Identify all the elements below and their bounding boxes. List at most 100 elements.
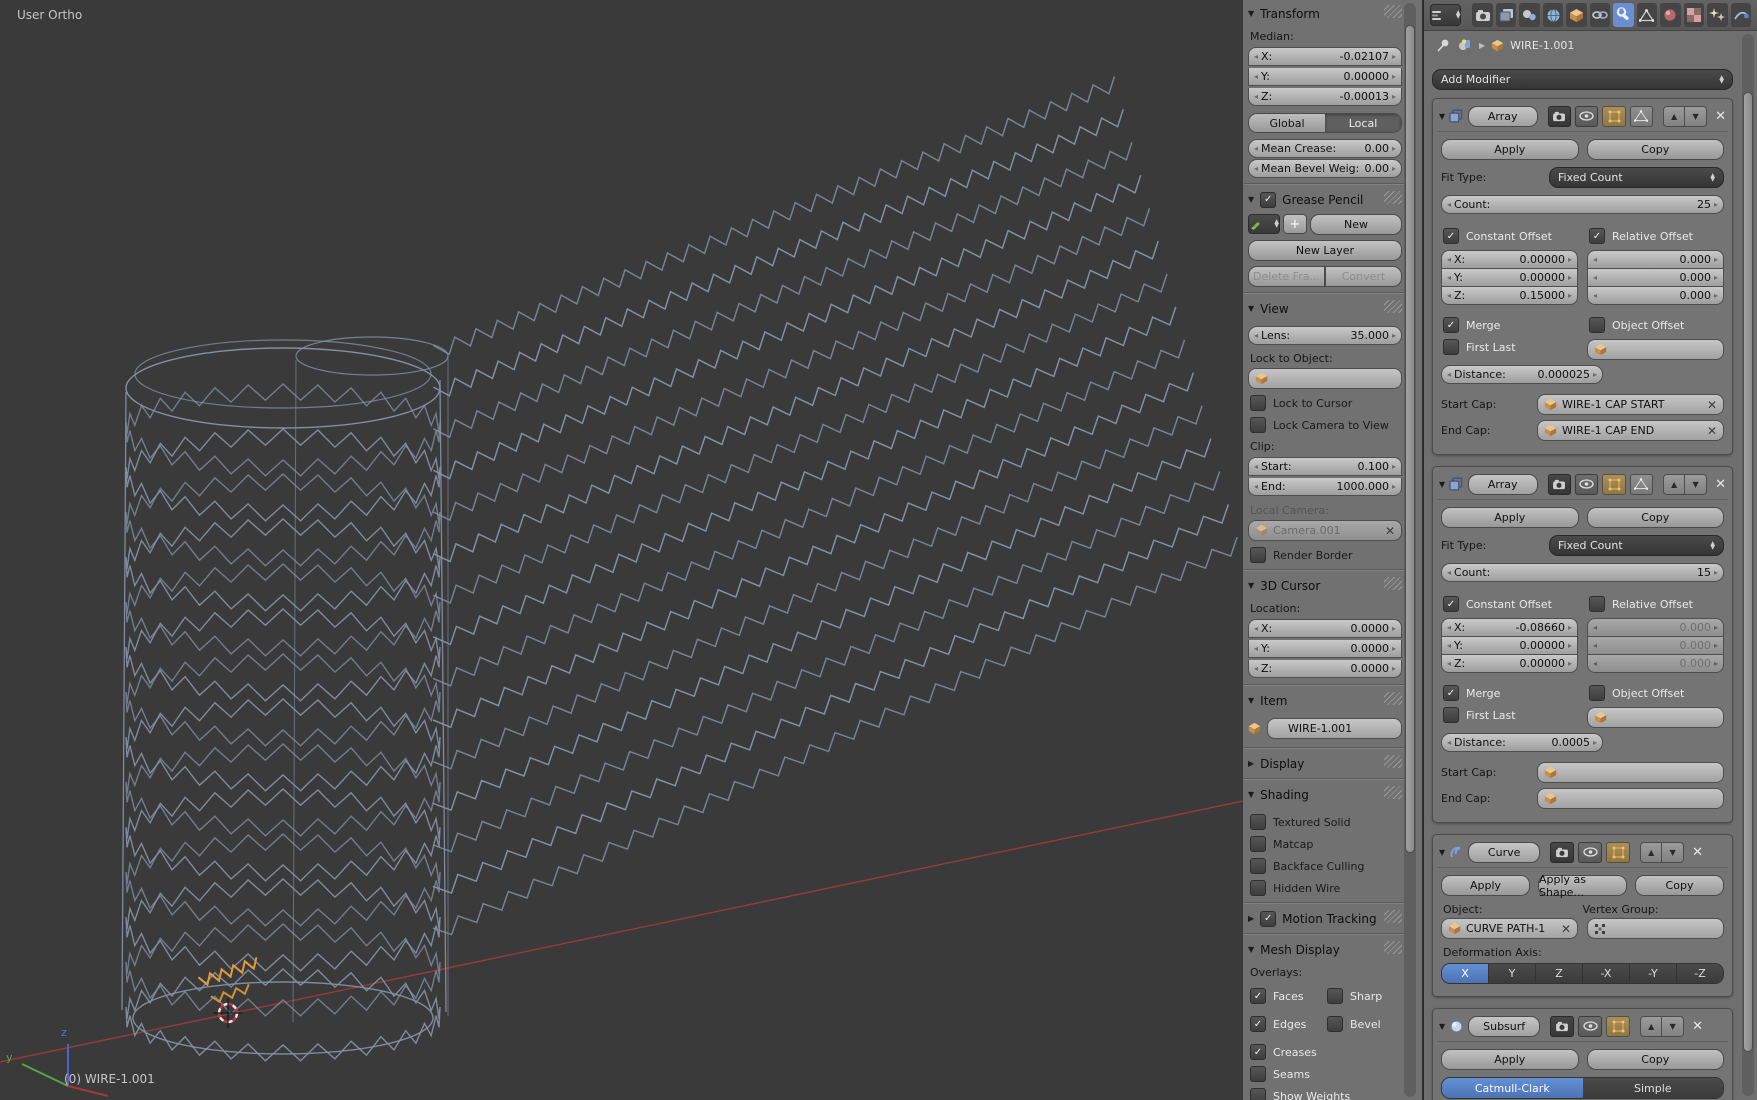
- pin-icon[interactable]: [1436, 38, 1451, 53]
- move-modifier-down-button[interactable]: ▼: [1685, 105, 1708, 127]
- offset-x-field[interactable]: ◂ X: 0.00000 ▸: [1441, 250, 1578, 269]
- move-modifier-up-button[interactable]: ▲: [1663, 105, 1686, 127]
- properties-scrollbar-thumb[interactable]: [1743, 92, 1753, 1052]
- viewport-visibility-toggle[interactable]: [1575, 105, 1599, 127]
- increment-arrow[interactable]: ▸: [1392, 48, 1396, 65]
- offset-object-field[interactable]: [1587, 339, 1724, 360]
- catmull-clark-toggle[interactable]: Catmull-Clark: [1442, 1078, 1583, 1098]
- creases-checkbox[interactable]: [1250, 1044, 1266, 1060]
- expand-arrow-icon[interactable]: ▼: [1439, 1022, 1445, 1031]
- median-y-field[interactable]: ◂ Y: 0.00000 ▸: [1248, 68, 1402, 86]
- modifier-name-field[interactable]: Array: [1467, 473, 1538, 495]
- edit-mode-toggle[interactable]: [1602, 105, 1626, 127]
- hidden-wire-checkbox[interactable]: [1250, 880, 1266, 896]
- tab-render[interactable]: [1472, 3, 1493, 27]
- start-cap-field[interactable]: WIRE-1 CAP START ✕: [1537, 394, 1724, 415]
- object-offset-checkbox[interactable]: [1589, 317, 1605, 333]
- axis-neg-z-button[interactable]: -Z: [1676, 964, 1723, 983]
- render-visibility-toggle[interactable]: [1547, 105, 1572, 127]
- local-toggle[interactable]: Local: [1325, 114, 1401, 132]
- tab-scene[interactable]: [1519, 3, 1540, 27]
- display-section-header[interactable]: ▶ Display: [1248, 754, 1402, 773]
- axis-y-button[interactable]: Y: [1488, 964, 1535, 983]
- render-visibility-toggle[interactable]: [1547, 473, 1572, 495]
- viewport-visibility-toggle[interactable]: [1578, 1015, 1603, 1037]
- move-modifier-down-button[interactable]: ▼: [1662, 841, 1685, 863]
- move-modifier-up-button[interactable]: ▲: [1640, 841, 1663, 863]
- expand-arrow-icon[interactable]: ▼: [1439, 480, 1445, 489]
- tab-texture[interactable]: [1683, 3, 1705, 27]
- new-layer-button[interactable]: New Layer: [1248, 240, 1402, 261]
- item-name-field[interactable]: WIRE-1.001: [1267, 718, 1402, 739]
- expand-arrow-icon[interactable]: ▼: [1439, 112, 1445, 121]
- rel-x-field[interactable]: ◂ 0.000 ▸: [1587, 250, 1724, 269]
- clear-camera-button[interactable]: ✕: [1385, 524, 1395, 538]
- faces-checkbox[interactable]: [1250, 988, 1266, 1004]
- add-modifier-dropdown[interactable]: Add Modifier ▲ ▼: [1432, 69, 1733, 90]
- edit-mode-toggle[interactable]: [1606, 841, 1631, 863]
- axis-neg-x-button[interactable]: -X: [1582, 964, 1629, 983]
- edit-mode-toggle[interactable]: [1606, 1015, 1631, 1037]
- offset-y-field[interactable]: ◂ Y: 0.00000 ▸: [1441, 637, 1578, 655]
- clear-start-cap-button[interactable]: ✕: [1707, 398, 1717, 412]
- shading-section-header[interactable]: ▼ Shading: [1248, 785, 1402, 804]
- scene-datablock-icon[interactable]: [1457, 38, 1473, 52]
- delete-modifier-button[interactable]: ✕: [1715, 109, 1726, 124]
- bevel-checkbox[interactable]: [1327, 1016, 1343, 1032]
- backface-culling-checkbox[interactable]: [1250, 858, 1266, 874]
- move-modifier-down-button[interactable]: ▼: [1685, 473, 1708, 495]
- start-cap-field[interactable]: [1537, 762, 1724, 783]
- move-modifier-down-button[interactable]: ▼: [1662, 1015, 1685, 1037]
- 3d-viewport[interactable]: User Ortho (0) WIRE-1.001 z y: [0, 0, 1244, 1100]
- decrement-arrow[interactable]: ◂: [1254, 48, 1258, 65]
- cursor-x-field[interactable]: ◂ X: 0.0000 ▸: [1248, 619, 1402, 638]
- rel-x-field[interactable]: ◂ 0.000 ▸: [1587, 618, 1724, 637]
- first-last-checkbox[interactable]: [1443, 339, 1459, 355]
- motion-tracking-checkbox[interactable]: [1260, 910, 1277, 927]
- 3d-cursor-section-header[interactable]: ▼ 3D Cursor: [1248, 576, 1402, 595]
- convert-button[interactable]: Convert: [1325, 266, 1402, 287]
- copy-button[interactable]: Copy: [1586, 1049, 1724, 1070]
- global-toggle[interactable]: Global: [1249, 114, 1325, 132]
- grease-pencil-datablock-button[interactable]: ▲ ▼: [1248, 214, 1280, 234]
- editor-type-spinner[interactable]: ▲ ▼: [1456, 10, 1461, 20]
- tab-particles[interactable]: [1707, 3, 1728, 27]
- rel-y-field[interactable]: ◂ 0.000 ▸: [1587, 637, 1724, 655]
- fit-type-dropdown[interactable]: Fixed Count ▲ ▼: [1549, 535, 1724, 556]
- vertex-group-field[interactable]: [1587, 918, 1724, 939]
- cage-mode-toggle[interactable]: [1629, 105, 1654, 127]
- delete-modifier-button[interactable]: ✕: [1715, 477, 1726, 492]
- median-x-field[interactable]: ◂ X: -0.02107 ▸: [1248, 47, 1402, 66]
- render-border-checkbox[interactable]: [1250, 547, 1266, 563]
- lock-object-field[interactable]: [1248, 368, 1402, 389]
- median-z-field[interactable]: ◂ Z: -0.00013 ▸: [1248, 88, 1402, 106]
- offset-y-field[interactable]: ◂ Y: 0.00000 ▸: [1441, 269, 1578, 287]
- sharp-checkbox[interactable]: [1327, 988, 1343, 1004]
- cage-mode-toggle[interactable]: [1629, 473, 1654, 495]
- relative-offset-checkbox[interactable]: [1589, 596, 1605, 612]
- npanel-scrollbar-thumb[interactable]: [1405, 25, 1415, 853]
- end-cap-field[interactable]: [1537, 788, 1724, 809]
- relative-offset-checkbox[interactable]: [1589, 228, 1605, 244]
- rel-z-field[interactable]: ◂ 0.000 ▸: [1587, 287, 1724, 305]
- count-field[interactable]: ◂ Count: 25 ▸: [1441, 195, 1724, 214]
- panel-grip[interactable]: [1384, 5, 1402, 18]
- merge-distance-field[interactable]: ◂ Distance: 0.000025 ▸: [1441, 365, 1603, 384]
- expand-arrow-icon[interactable]: ▼: [1439, 848, 1445, 857]
- transform-section-header[interactable]: ▼ Transform: [1248, 4, 1402, 23]
- first-last-checkbox[interactable]: [1443, 707, 1459, 723]
- delete-frame-button[interactable]: Delete Fra...: [1248, 266, 1325, 287]
- fit-type-dropdown[interactable]: Fixed Count ▲ ▼: [1549, 167, 1724, 188]
- local-camera-field[interactable]: Camera.001 ✕: [1248, 520, 1402, 541]
- apply-button[interactable]: Apply: [1441, 1049, 1579, 1070]
- rel-z-field[interactable]: ◂ 0.000 ▸: [1587, 655, 1724, 673]
- lens-field[interactable]: ◂ Lens: 35.000 ▸: [1248, 326, 1402, 345]
- offset-object-field[interactable]: [1587, 707, 1724, 728]
- delete-modifier-button[interactable]: ✕: [1692, 1019, 1703, 1034]
- cursor-y-field[interactable]: ◂ Y: 0.0000 ▸: [1248, 640, 1402, 658]
- copy-button[interactable]: Copy: [1586, 507, 1724, 528]
- end-cap-field[interactable]: WIRE-1 CAP END ✕: [1537, 420, 1724, 441]
- offset-x-field[interactable]: ◂ X: -0.08660 ▸: [1441, 618, 1578, 637]
- grease-pencil-section-header[interactable]: ▼ Grease Pencil: [1248, 190, 1402, 209]
- modifier-name-field[interactable]: Curve: [1468, 841, 1541, 863]
